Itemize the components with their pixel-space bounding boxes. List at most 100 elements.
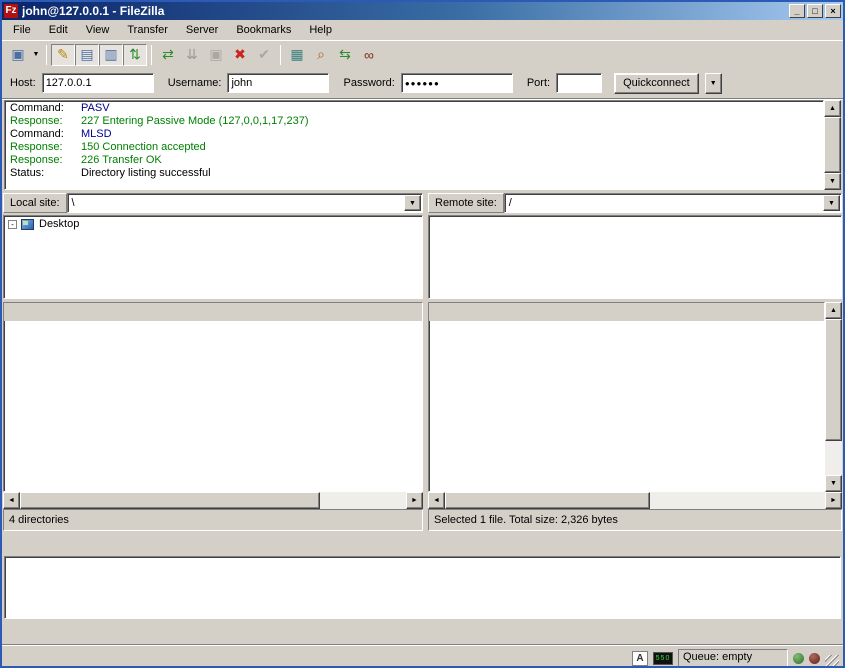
directory-comparison-button[interactable]: ⌕ [309, 44, 333, 66]
tree-item-desktop[interactable]: -Desktop [4, 216, 422, 232]
log-scroll-thumb[interactable] [824, 117, 841, 173]
menu-server[interactable]: Server [177, 22, 227, 38]
password-label: Password: [343, 77, 394, 89]
log-vertical-scrollbar[interactable]: ▲ ▼ [824, 100, 841, 190]
scroll-down-icon[interactable]: ▼ [824, 173, 841, 190]
quickconnect-bar: Host: Username: Password: Port: Quickcon… [2, 68, 843, 99]
cancel-icon: ▣ [209, 46, 222, 63]
toolbar-separator [280, 45, 281, 65]
remote-horizontal-scrollbar[interactable]: ◄ ► [428, 492, 842, 509]
remote-site-combo[interactable]: / ▼ [504, 193, 842, 213]
username-input[interactable] [227, 73, 329, 93]
collapse-icon[interactable]: - [8, 220, 17, 229]
log-text: 150 Connection accepted [81, 141, 206, 154]
refresh-button[interactable]: ⇄ [156, 44, 180, 66]
local-hscroll-thumb[interactable] [20, 492, 320, 509]
window-title: john@127.0.0.1 - FileZilla [22, 4, 787, 18]
scroll-up-icon[interactable]: ▲ [825, 302, 842, 319]
toggle-remote-tree-button[interactable]: ▥ [99, 44, 123, 66]
chevron-down-icon[interactable]: ▼ [823, 195, 840, 211]
reconnect-button[interactable]: ✔ [252, 44, 276, 66]
queue-size-indicator: Queue: empty [678, 649, 788, 667]
log-text: PASV [81, 102, 110, 115]
menu-view[interactable]: View [77, 22, 119, 38]
site-manager-button[interactable]: ▣ [6, 44, 30, 66]
toolbar: ▣▼✎▤▥⇅⇄⇊▣✖✔▦⌕⇆∞ [2, 41, 843, 68]
scroll-left-icon[interactable]: ◄ [3, 492, 20, 509]
browser-panes: Local site: \ ▼ -Desktop ◄ ► 4 dir [2, 192, 843, 531]
scroll-down-icon[interactable]: ▼ [825, 475, 842, 492]
queue-list[interactable] [4, 556, 841, 619]
maximize-button[interactable]: □ [807, 4, 823, 18]
local-horizontal-scrollbar[interactable]: ◄ ► [3, 492, 423, 509]
remote-vscroll-thumb[interactable] [825, 319, 842, 441]
toggle-local-tree-button[interactable]: ▤ [75, 44, 99, 66]
quickconnect-button[interactable]: Quickconnect [614, 73, 699, 94]
host-input[interactable] [42, 73, 154, 93]
toggle-local-tree-icon: ▤ [80, 46, 93, 63]
log-label: Response: [5, 141, 81, 154]
toolbar-separator [46, 45, 47, 65]
disconnect-button[interactable]: ✖ [228, 44, 252, 66]
app-icon: Fz [4, 4, 18, 18]
remote-vertical-scrollbar[interactable]: ▲ ▼ [825, 302, 842, 492]
log-label: Command: [5, 102, 81, 115]
remote-pane: Remote site: / ▼ ▲ ▼ [427, 192, 843, 531]
remote-hscroll-thumb[interactable] [445, 492, 650, 509]
scroll-right-icon[interactable]: ► [825, 492, 842, 509]
menu-bar: FileEditViewTransferServerBookmarksHelp [2, 20, 843, 41]
cancel-button[interactable]: ▣ [204, 44, 228, 66]
toggle-queue-button[interactable]: ⇅ [123, 44, 147, 66]
local-site-combo[interactable]: \ ▼ [67, 193, 423, 213]
password-input[interactable] [401, 73, 513, 93]
toggle-message-log-icon: ✎ [57, 46, 69, 63]
log-label: Response: [5, 154, 81, 167]
message-log-pane: Command:PASVResponse:227 Entering Passiv… [4, 100, 841, 190]
resize-grip[interactable] [825, 655, 839, 668]
quickconnect-dropdown[interactable]: ▼ [705, 73, 722, 94]
site-manager-dropdown[interactable]: ▼ [30, 44, 42, 66]
status-bar: A 550 Queue: empty [2, 644, 843, 668]
local-site-label: Local site: [3, 193, 67, 213]
process-queue-button[interactable]: ⇊ [180, 44, 204, 66]
log-line: Command:PASV [5, 102, 823, 115]
log-line: Response:227 Entering Passive Mode (127,… [5, 115, 823, 128]
local-tree: -Desktop [3, 215, 423, 299]
toggle-queue-icon: ⇅ [129, 46, 141, 63]
filter-button[interactable]: ▦ [285, 44, 309, 66]
filter-icon: ▦ [290, 46, 303, 63]
scroll-right-icon[interactable]: ► [406, 492, 423, 509]
message-log: Command:PASVResponse:227 Entering Passiv… [4, 100, 824, 190]
toggle-remote-tree-icon: ▥ [104, 46, 117, 63]
speed-limit-icon[interactable]: 550 [653, 652, 673, 665]
directory-comparison-icon: ⌕ [317, 46, 325, 63]
activity-led-green [793, 653, 804, 664]
title-bar[interactable]: Fz john@127.0.0.1 - FileZilla _□× [2, 2, 843, 20]
menu-help[interactable]: Help [300, 22, 341, 38]
find-files-button[interactable]: ∞ [357, 44, 381, 66]
toggle-message-log-button[interactable]: ✎ [51, 44, 75, 66]
scroll-left-icon[interactable]: ◄ [428, 492, 445, 509]
remote-file-list: ▲ ▼ [428, 302, 842, 492]
menu-bookmarks[interactable]: Bookmarks [227, 22, 300, 38]
transfer-tabs [2, 622, 843, 644]
menu-edit[interactable]: Edit [40, 22, 77, 38]
local-status-text: 4 directories [3, 509, 423, 531]
remote-site-label: Remote site: [428, 193, 504, 213]
scroll-up-icon[interactable]: ▲ [824, 100, 841, 117]
username-label: Username: [168, 77, 222, 89]
local-pane: Local site: \ ▼ -Desktop ◄ ► 4 dir [2, 192, 424, 531]
local-site-value: \ [68, 197, 403, 209]
menu-transfer[interactable]: Transfer [118, 22, 177, 38]
chevron-down-icon[interactable]: ▼ [404, 195, 421, 211]
minimize-button[interactable]: _ [789, 4, 805, 18]
close-button[interactable]: × [825, 4, 841, 18]
local-file-list [3, 302, 423, 492]
log-line: Status:Directory listing successful [5, 167, 823, 180]
log-text: 227 Entering Passive Mode (127,0,0,1,17,… [81, 115, 308, 128]
synchronized-browsing-button[interactable]: ⇆ [333, 44, 357, 66]
log-line: Command:MLSD [5, 128, 823, 141]
reconnect-icon: ✔ [258, 46, 270, 63]
port-input[interactable] [556, 73, 602, 93]
menu-file[interactable]: File [4, 22, 40, 38]
